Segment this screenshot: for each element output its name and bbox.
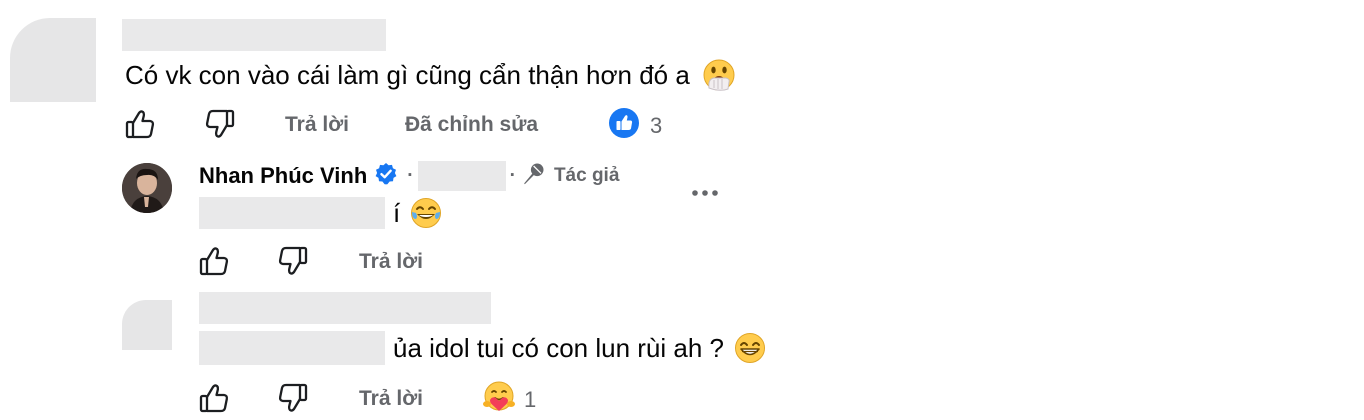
dislike-button-icon[interactable]	[204, 108, 236, 140]
commenter-avatar[interactable]	[10, 18, 96, 102]
reply-button[interactable]: Trả lời	[359, 249, 423, 275]
author-avatar[interactable]	[122, 163, 172, 213]
reaction-count: 3	[650, 112, 663, 138]
more-options-button[interactable]	[690, 186, 720, 200]
comment-body: Có vk con vào cái làm gì cũng cẩn thận h…	[125, 58, 736, 92]
reply-text: í	[393, 198, 401, 228]
reply2-body: ủa idol tui có con lun rùi ah ?	[199, 331, 766, 365]
mention-redacted[interactable]	[199, 331, 385, 365]
mention-redacted[interactable]	[199, 197, 385, 229]
author-header: Nhan Phúc Vinh · · Tác giả	[199, 161, 619, 191]
verified-badge-icon	[374, 162, 398, 191]
like-reaction-icon	[608, 107, 640, 144]
reply-button[interactable]: Trả lời	[285, 112, 349, 138]
reaction-summary[interactable]: 1	[482, 380, 536, 419]
reaction-summary[interactable]: 3	[608, 107, 662, 144]
dislike-button-icon[interactable]	[277, 382, 309, 414]
timestamp-redacted	[417, 161, 506, 191]
commenter-name-redacted[interactable]	[122, 19, 386, 51]
tears-of-joy-emoji-icon	[410, 197, 442, 229]
reaction-count: 1	[524, 386, 537, 412]
replier-name-redacted[interactable]	[199, 292, 491, 324]
comment-text: Có vk con vào cái làm gì cũng cẩn thận h…	[125, 60, 690, 90]
reply2-text: ủa idol tui có con lun rùi ah ?	[393, 333, 724, 363]
reply-body: í	[199, 197, 442, 229]
care-reaction-icon	[482, 380, 516, 419]
like-button-icon[interactable]	[124, 108, 156, 140]
dislike-button-icon[interactable]	[277, 245, 309, 277]
replier-avatar[interactable]	[122, 300, 172, 350]
author-badge: Tác giả	[553, 165, 620, 186]
author-name[interactable]: Nhan Phúc Vinh	[199, 163, 367, 189]
edited-label[interactable]: Đã chỉnh sửa	[405, 112, 538, 138]
like-button-icon[interactable]	[198, 245, 230, 277]
beaming-face-emoji-icon	[734, 332, 766, 364]
reply-button[interactable]: Trả lời	[359, 386, 423, 412]
hand-over-mouth-emoji-icon	[702, 58, 736, 92]
separator-dot: ·	[407, 165, 414, 186]
microphone-icon	[521, 162, 545, 191]
like-button-icon[interactable]	[198, 382, 230, 414]
separator-dot-2: ·	[509, 165, 516, 186]
